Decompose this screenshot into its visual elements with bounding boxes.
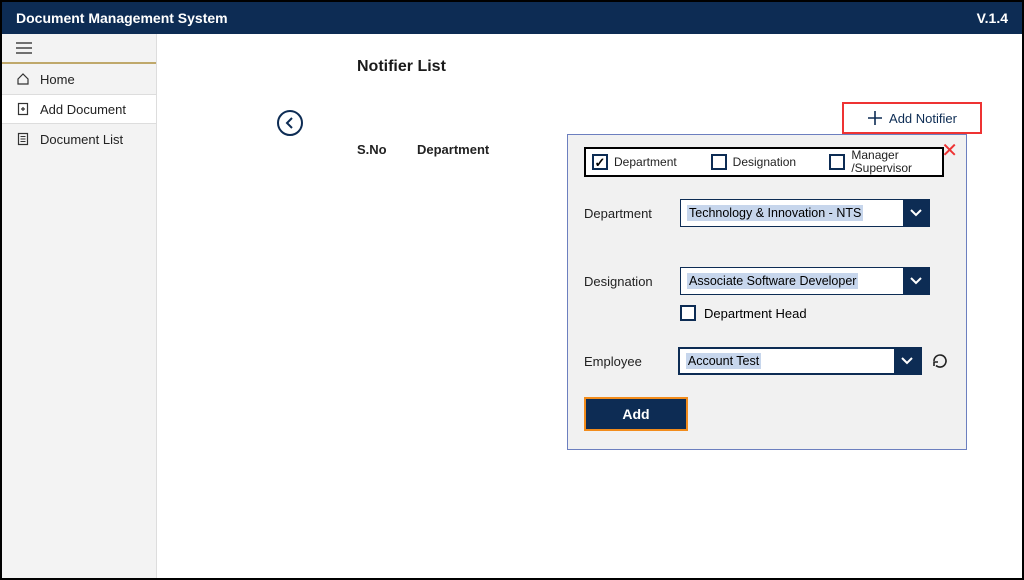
department-row: Department Technology & Innovation - NTS <box>584 199 950 227</box>
department-value: Technology & Innovation - NTS <box>681 200 903 226</box>
sidebar-item-label: Document List <box>40 132 123 147</box>
designation-label: Designation <box>584 274 680 289</box>
sidebar-item-label: Home <box>40 72 75 87</box>
chevron-down-icon[interactable] <box>894 349 920 373</box>
department-select[interactable]: Technology & Innovation - NTS <box>680 199 930 227</box>
sidebar: Home Add Document Document List <box>2 34 157 578</box>
department-label: Department <box>584 206 680 221</box>
sidebar-item-document-list[interactable]: Document List <box>2 124 156 154</box>
chevron-down-icon[interactable] <box>903 200 929 226</box>
type-label: Department <box>614 155 677 169</box>
department-head-row[interactable]: Department Head <box>680 305 950 321</box>
employee-row: Employee Account Test <box>584 347 950 375</box>
main-content: Notifier List Add Notifier S.No Departme… <box>157 34 1022 578</box>
column-sno: S.No <box>357 142 397 157</box>
notifier-type-row: Department Designation Manager /Supervis… <box>584 147 944 177</box>
app-version: V.1.4 <box>977 10 1008 26</box>
type-department[interactable]: Department <box>586 154 705 170</box>
chevron-left-icon <box>285 117 295 129</box>
close-icon: ✕ <box>941 140 958 162</box>
checkbox-designation[interactable] <box>711 154 727 170</box>
add-notifier-button[interactable]: Add Notifier <box>842 102 982 134</box>
type-label: Designation <box>733 155 796 169</box>
add-notifier-dialog: ✕ Department Designation Manager /Superv… <box>567 134 967 450</box>
refresh-button[interactable] <box>930 351 950 371</box>
back-button[interactable] <box>277 110 303 136</box>
close-button[interactable]: ✕ <box>941 141 958 161</box>
add-button-highlight: Add <box>584 397 688 431</box>
refresh-icon <box>931 352 949 370</box>
column-department: Department <box>417 142 557 157</box>
type-label: Manager /Supervisor <box>851 149 936 174</box>
checkbox-manager[interactable] <box>829 154 845 170</box>
type-manager[interactable]: Manager /Supervisor <box>823 149 942 174</box>
hamburger-icon <box>16 42 32 54</box>
document-plus-icon <box>16 102 30 116</box>
app-header: Document Management System V.1.4 <box>2 2 1022 34</box>
sidebar-item-home[interactable]: Home <box>2 64 156 94</box>
employee-value: Account Test <box>680 349 895 373</box>
employee-label: Employee <box>584 354 678 369</box>
sidebar-item-label: Add Document <box>40 102 126 117</box>
add-notifier-label: Add Notifier <box>889 111 957 126</box>
designation-value: Associate Software Developer <box>681 268 903 294</box>
sidebar-item-add-document[interactable]: Add Document <box>2 94 156 124</box>
checkbox-department[interactable] <box>592 154 608 170</box>
department-head-label: Department Head <box>704 306 807 321</box>
add-button[interactable]: Add <box>586 399 686 429</box>
designation-row: Designation Associate Software Developer <box>584 267 950 295</box>
menu-toggle[interactable] <box>2 34 156 64</box>
type-designation[interactable]: Designation <box>705 154 824 170</box>
table-header: S.No Department Design <box>357 142 557 157</box>
page-title: Notifier List <box>357 58 986 76</box>
chevron-down-icon[interactable] <box>903 268 929 294</box>
document-list-icon <box>16 132 30 146</box>
employee-select[interactable]: Account Test <box>678 347 923 375</box>
home-icon <box>16 72 30 86</box>
checkbox-department-head[interactable] <box>680 305 696 321</box>
plus-icon <box>867 110 883 126</box>
app-title: Document Management System <box>16 10 228 26</box>
designation-select[interactable]: Associate Software Developer <box>680 267 930 295</box>
